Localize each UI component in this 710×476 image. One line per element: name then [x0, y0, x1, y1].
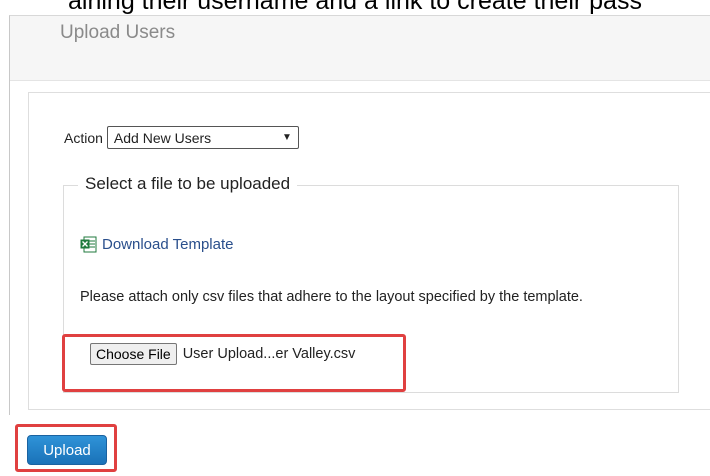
file-input-highlight [62, 334, 406, 392]
action-label: Action [64, 129, 103, 146]
panel-header: Upload Users [10, 16, 710, 81]
chevron-down-icon: ▼ [282, 132, 292, 143]
excel-file-icon [80, 236, 97, 253]
panel-title: Upload Users [60, 22, 176, 43]
fieldset-legend: Select a file to be uploaded [78, 174, 298, 194]
action-row: Action Add New Users ▼ [64, 126, 299, 149]
action-selected-value: Add New Users [113, 129, 212, 146]
action-select[interactable]: Add New Users ▼ [106, 126, 299, 149]
document-text: aining their username and a link to crea… [68, 0, 642, 15]
download-template-link[interactable]: Download Template [80, 236, 233, 253]
help-text: Please attach only csv files that adhere… [80, 289, 583, 305]
download-template-label: Download Template [102, 236, 234, 253]
upload-button-highlight [15, 424, 117, 472]
